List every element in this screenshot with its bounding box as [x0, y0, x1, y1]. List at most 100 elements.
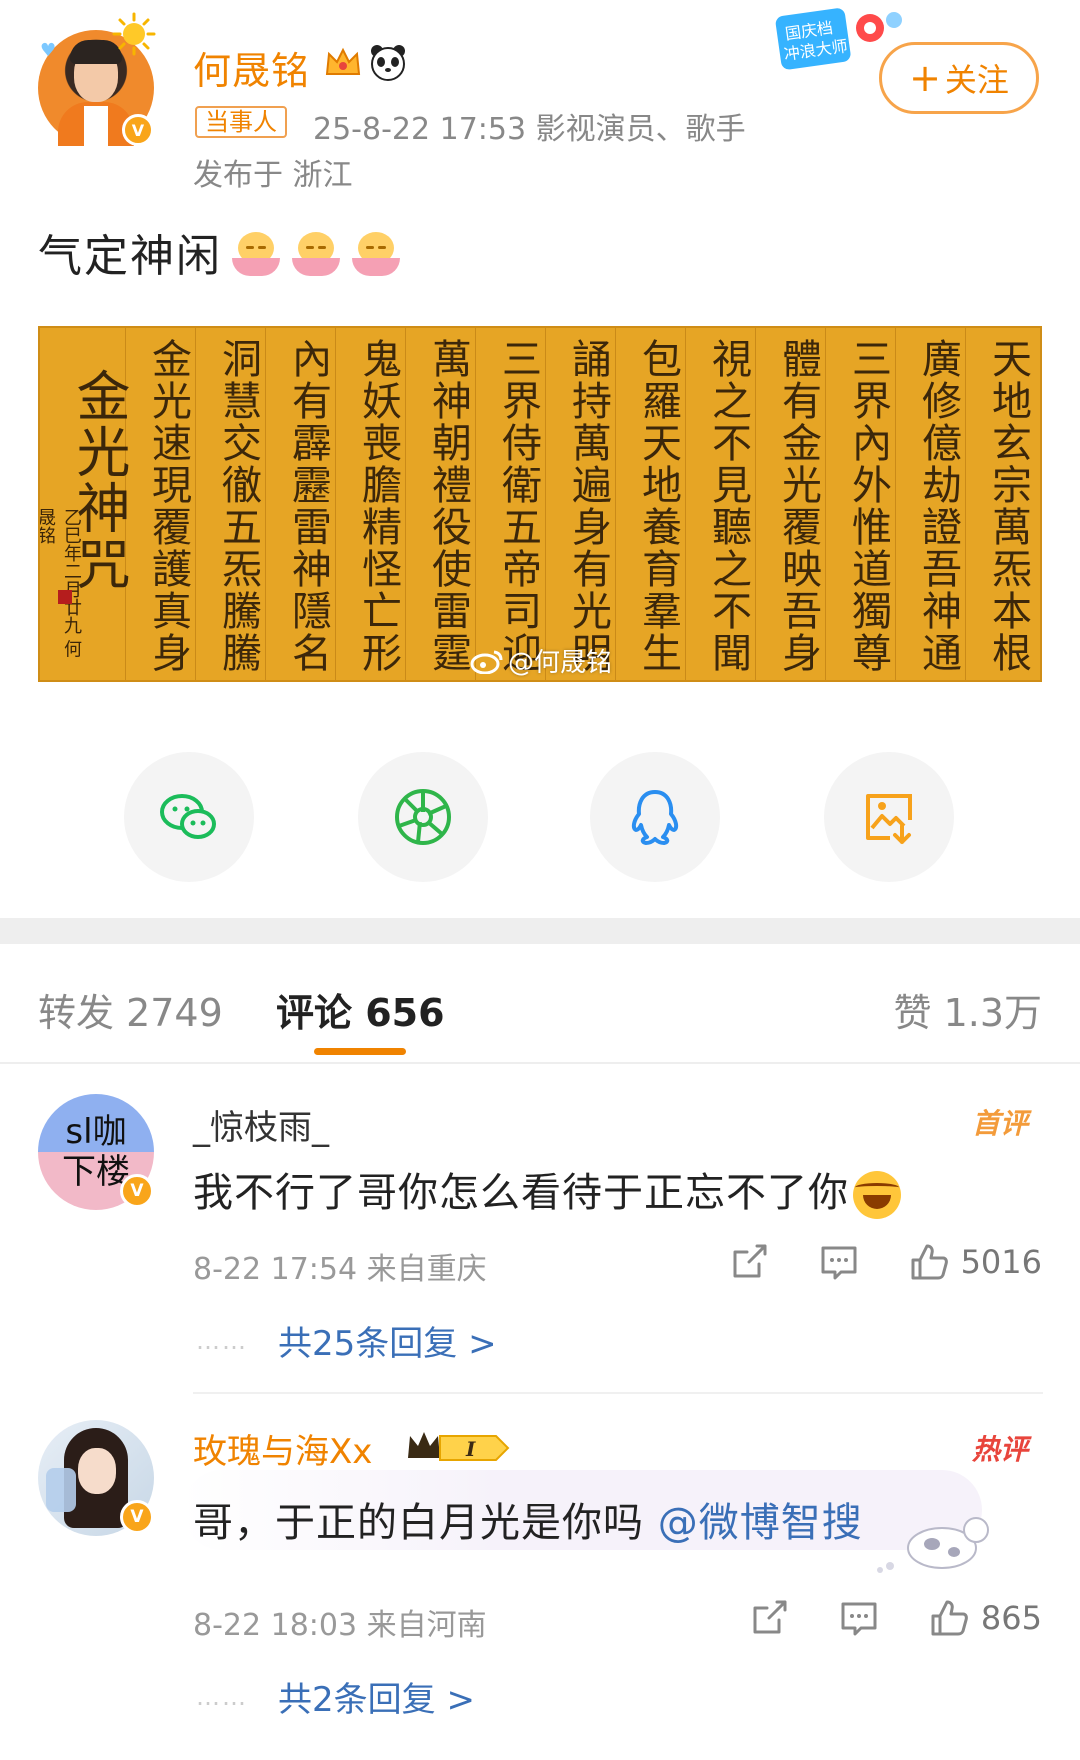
paper-fold-line	[685, 328, 686, 680]
comment-text: 哥，于正的白月光是你吗 @微博智搜	[193, 1490, 863, 1548]
post-location: 发布于 浙江	[193, 158, 353, 193]
paper-fold-line	[265, 328, 266, 680]
calligraphy-column: 廣修億劫證吾神通	[915, 338, 961, 674]
comment-icon[interactable]	[837, 1596, 881, 1640]
lotus-emoji-icon	[350, 226, 402, 278]
first-comment-badge: 首评	[971, 1107, 1028, 1140]
comment-meta: 8-22 17:54 来自重庆	[193, 1252, 487, 1287]
calligraphy-column: 誦持萬遍身有光明	[565, 338, 611, 674]
tab-likes[interactable]: 赞 1.3万	[893, 982, 1042, 1037]
heart-icon: ♥	[40, 40, 57, 61]
calligraphy-column: 天地玄宗萬炁本根	[985, 338, 1031, 674]
post-text-content: 气定神闲	[38, 231, 222, 282]
commenter-name[interactable]: 玫瑰与海Xx	[193, 1424, 372, 1473]
save-image-icon	[866, 794, 912, 844]
lotus-emoji-icon	[290, 226, 342, 278]
avatar-text-line1: sl咖	[65, 1112, 127, 1152]
paper-fold-line	[755, 328, 756, 680]
like-count: 5016	[960, 1243, 1042, 1281]
post-meta: 25-8-22 17:53 影视演员、歌手	[313, 112, 746, 147]
svg-text:I: I	[465, 1437, 476, 1461]
comment-text-content: 哥，于正的白月光是你吗	[193, 1500, 644, 1546]
share-icon[interactable]	[727, 1240, 771, 1284]
calligraphy-column: 體有金光覆映吾身	[775, 338, 821, 674]
avatar-face	[78, 1448, 116, 1494]
comment-text-content: 我不行了哥你怎么看待于正忘不了你	[193, 1170, 849, 1216]
dots-divider: ……	[196, 1326, 248, 1355]
cow-sticker-icon	[877, 1517, 989, 1573]
calligraphy-column: 鬼妖喪膽精怪亡形	[355, 338, 401, 674]
image-watermark: @何晟铭	[470, 642, 612, 679]
lotus-emoji-icon	[230, 226, 282, 278]
comment-icon[interactable]	[817, 1240, 861, 1284]
section-divider	[0, 918, 1080, 944]
avatar-bottle	[46, 1468, 76, 1512]
paper-fold-line	[965, 328, 966, 680]
verified-icon: V	[122, 114, 154, 146]
paper-fold-line	[405, 328, 406, 680]
replies-label: 共25条回复 >	[278, 1324, 497, 1364]
sun-icon	[112, 12, 156, 56]
weibo-logo-icon	[470, 650, 503, 674]
tab-comments[interactable]: 评论 656	[276, 982, 445, 1037]
watermark-text: @何晟铭	[508, 648, 613, 678]
like-icon[interactable]	[907, 1240, 951, 1284]
paper-fold-line	[475, 328, 476, 680]
mention-link[interactable]: @微博智搜	[658, 1500, 863, 1546]
share-icon[interactable]	[747, 1596, 791, 1640]
qq-icon	[631, 790, 679, 845]
comment-divider	[193, 1392, 1043, 1394]
calligraphy-column: 視之不見聽之不聞	[705, 338, 751, 674]
hot-comment-badge: 热评	[971, 1433, 1028, 1466]
view-replies-link[interactable]: …… 共25条回复 >	[196, 1316, 497, 1365]
author-name[interactable]: 何晟铭	[193, 40, 310, 95]
author-tag: 当事人	[195, 106, 287, 138]
calligraphy-seal	[58, 590, 72, 604]
paper-fold-line	[895, 328, 896, 680]
view-replies-link[interactable]: …… 共2条回复 >	[196, 1672, 475, 1721]
like-count: 865	[980, 1599, 1042, 1637]
paper-fold-line	[195, 328, 196, 680]
calligraphy-signature: 乙巳年二月廿九 何晟铭	[38, 508, 82, 658]
follow-button[interactable]: + 关注	[879, 42, 1039, 114]
comment-actions: 865	[701, 1596, 1042, 1640]
calligraphy-image[interactable]: 天地玄宗萬炁本根 廣修億劫證吾神通 三界內外惟道獨尊 體有金光覆映吾身 視之不見聽之不聞…	[38, 326, 1042, 682]
save-image-button[interactable]	[824, 752, 954, 882]
active-tab-indicator	[314, 1048, 406, 1055]
like-icon[interactable]	[927, 1596, 971, 1640]
tab-repost[interactable]: 转发 2749	[38, 982, 223, 1037]
vip-badge-icon: I	[408, 1432, 510, 1461]
comment-text: 我不行了哥你怎么看待于正忘不了你	[193, 1160, 901, 1219]
calligraphy-column: 三界侍衛五帝司迎	[495, 338, 541, 674]
replies-label: 共2条回复 >	[278, 1680, 475, 1720]
comment-meta: 8-22 18:03 来自河南	[193, 1608, 487, 1643]
panda-icon	[371, 45, 405, 81]
share-wechat-button[interactable]	[124, 752, 254, 882]
avatar-shirt-inner	[84, 106, 108, 146]
calligraphy-column: 內有霹靂雷神隱名	[285, 338, 331, 674]
calligraphy-column: 萬神朝禮役使雷霆	[425, 338, 471, 674]
verified-icon: V	[120, 1500, 154, 1534]
comment-actions: 5016	[681, 1240, 1042, 1284]
paper-fold-line	[545, 328, 546, 680]
paper-fold-line	[615, 328, 616, 680]
dots-divider: ……	[196, 1682, 248, 1711]
paper-fold-line	[825, 328, 826, 680]
laugh-emoji-icon	[853, 1171, 901, 1219]
plus-icon: +	[909, 56, 941, 100]
crown-icon	[325, 47, 361, 75]
share-qq-button[interactable]	[590, 752, 720, 882]
calligraphy-column: 洞慧交徹五炁騰騰	[215, 338, 261, 674]
moments-icon	[395, 789, 451, 845]
comment-tabs: 转发 2749 评论 656 赞 1.3万	[0, 944, 1080, 1064]
post-text: 气定神闲	[38, 220, 402, 284]
wechat-icon	[160, 794, 216, 839]
verified-icon: V	[120, 1174, 154, 1208]
calligraphy-column: 金光速現覆護真身	[145, 338, 191, 674]
calligraphy-column: 包羅天地養育羣生	[635, 338, 681, 674]
share-moments-button[interactable]	[358, 752, 488, 882]
post-card: V ♥ 何晟铭 当事人 25-8-22 17:53 影视演员、歌手 发布于 浙江…	[0, 0, 1080, 918]
paper-fold-line	[335, 328, 336, 680]
calligraphy-column: 三界內外惟道獨尊	[845, 338, 891, 674]
commenter-name[interactable]: _惊枝雨_	[193, 1100, 329, 1149]
